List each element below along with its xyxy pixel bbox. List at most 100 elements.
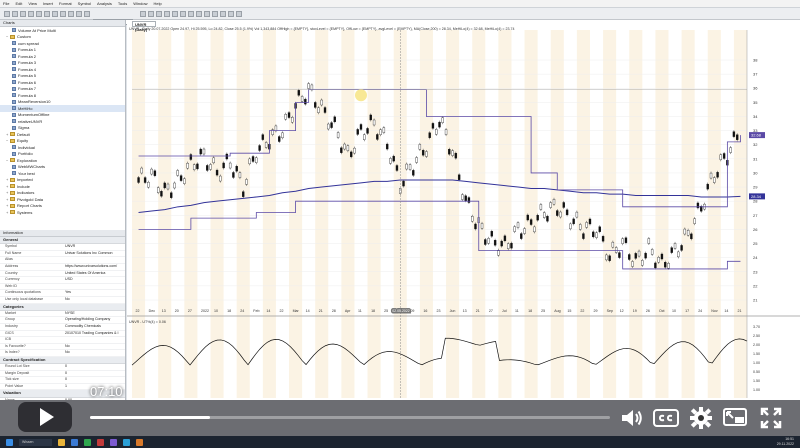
toolbar-button-icon[interactable]	[68, 11, 74, 17]
info-value[interactable]: https://www.univarsolutions.com/	[65, 264, 125, 270]
info-value[interactable]	[65, 337, 125, 343]
date-axis-label: 14	[724, 309, 728, 313]
info-row: ICB	[0, 337, 125, 344]
toolbar-button-icon[interactable]	[36, 11, 42, 17]
settings-gear-icon[interactable]	[687, 404, 715, 432]
information-panel: Information General Symbol UNVR Full Name Un…	[0, 230, 126, 400]
menu-bar: File Edit View Insert Format Symbol Analysis To…	[0, 0, 800, 8]
amibroker-icon[interactable]	[110, 438, 117, 446]
toolbar-button-icon[interactable]	[212, 11, 218, 17]
info-value[interactable]: 0	[65, 364, 125, 370]
candle-body	[333, 116, 336, 123]
candle-body	[556, 210, 559, 216]
price-chart[interactable]: 38373635343332313029282726252423222122 De…	[127, 20, 800, 400]
info-key: Point Value	[5, 383, 24, 388]
chart-window[interactable]: 38 37 36 35 34 33 32 31 30 29 28 27 26 25 24 23 22 21 22 De…	[127, 20, 800, 400]
menu-edit[interactable]: Edit	[15, 1, 22, 6]
mouse-cursor-highlight	[354, 89, 367, 102]
candle-body	[173, 182, 176, 189]
toolbar-button-icon[interactable]	[44, 11, 50, 17]
menu-file[interactable]: File	[3, 1, 9, 6]
info-value[interactable]: Univar Solutions Inc Common	[65, 251, 125, 257]
info-section-header[interactable]: Categories	[0, 303, 125, 311]
taskbar-search[interactable]: Wissen	[19, 438, 52, 446]
menu-window[interactable]: Window	[133, 1, 147, 6]
info-value[interactable]: United States Of America	[65, 271, 125, 277]
toolbar-button-icon[interactable]	[196, 11, 202, 17]
media-icon[interactable]	[136, 438, 143, 446]
picture-in-picture-icon[interactable]	[722, 404, 750, 432]
info-value[interactable]: 0	[65, 377, 125, 383]
toolbar-button-icon[interactable]	[204, 11, 210, 17]
menu-analysis[interactable]: Analysis	[97, 1, 112, 6]
info-value[interactable]: Yes	[65, 290, 125, 296]
menu-view[interactable]: View	[28, 1, 37, 6]
play-button[interactable]	[18, 402, 72, 432]
toolbar-button-icon[interactable]	[52, 11, 58, 17]
spreadsheet-icon[interactable]	[84, 438, 91, 446]
info-value[interactable]	[65, 257, 125, 263]
toolbar-button-icon[interactable]	[236, 11, 242, 17]
week-shade	[733, 30, 747, 398]
toolbar-button-icon[interactable]	[4, 11, 10, 17]
toolbar-button-icon[interactable]	[20, 11, 26, 17]
tree-folder[interactable]: + Systems	[0, 209, 125, 216]
volume-icon[interactable]	[618, 404, 646, 432]
toolbar-button-icon[interactable]	[172, 11, 178, 17]
info-section-header[interactable]: General	[0, 237, 125, 245]
toolbar-button-icon[interactable]	[180, 11, 186, 17]
info-value[interactable]: Commodity Chemicals	[65, 324, 125, 330]
toolbar-button-icon[interactable]	[76, 11, 82, 17]
info-value[interactable]: No	[65, 350, 125, 356]
toolbar-button-icon[interactable]	[84, 11, 90, 17]
candle-body	[667, 263, 670, 269]
info-value[interactable]: No	[65, 297, 125, 303]
browser-icon[interactable]	[71, 438, 78, 446]
info-section-header[interactable]: Contract Specification	[0, 356, 125, 365]
info-value[interactable]: 0	[65, 371, 125, 377]
menu-insert[interactable]: Insert	[43, 1, 53, 6]
info-value[interactable]: No	[65, 344, 125, 350]
app-icon[interactable]	[97, 438, 104, 446]
menu-format[interactable]: Format	[59, 1, 72, 6]
tree-item-label: Indicators	[17, 190, 35, 196]
date-axis-label: Feb	[253, 309, 259, 313]
candle-body	[274, 125, 278, 132]
toolbar-button-icon[interactable]	[188, 11, 194, 17]
info-value[interactable]: NYSE	[65, 311, 125, 317]
captions-icon[interactable]	[652, 404, 680, 432]
candle-body	[683, 228, 687, 235]
candle-body	[716, 172, 719, 178]
toolbar-button-icon[interactable]	[220, 11, 226, 17]
candle-body	[641, 260, 644, 266]
info-key: Address	[5, 263, 19, 268]
info-value[interactable]: UNVR	[65, 244, 125, 250]
fullscreen-icon[interactable]	[757, 404, 785, 432]
info-key: Alias	[5, 257, 13, 262]
formula-file-icon	[12, 54, 16, 59]
info-value[interactable]	[65, 284, 125, 290]
menu-tools[interactable]: Tools	[118, 1, 127, 6]
toolbar-button-icon[interactable]	[60, 11, 66, 17]
windows-start-icon[interactable]	[6, 438, 13, 446]
candle-body	[415, 157, 418, 163]
video-progress-bar[interactable]	[90, 416, 610, 419]
price-axis-label: 21	[753, 298, 758, 303]
price-axis-label: 37	[753, 72, 758, 77]
toolbar-button-icon[interactable]	[164, 11, 170, 17]
candle-body	[457, 174, 461, 180]
info-value[interactable]: Operating/Holding Company	[65, 317, 125, 323]
toolbar-button-icon[interactable]	[28, 11, 34, 17]
toolbar-button-icon[interactable]	[156, 11, 162, 17]
menu-symbol[interactable]: Symbol	[78, 1, 91, 6]
menu-help[interactable]: Help	[153, 1, 161, 6]
toolbar-button-icon[interactable]	[12, 11, 18, 17]
toolbar-button-icon[interactable]	[148, 11, 154, 17]
file-explorer-icon[interactable]	[58, 438, 65, 446]
toolbar-button-icon[interactable]	[228, 11, 234, 17]
info-value[interactable]: 20107010 Trading Companies & I	[65, 331, 125, 337]
info-value[interactable]: USD	[65, 277, 125, 283]
info-key: Round Lot Size	[5, 364, 30, 369]
mail-icon[interactable]	[123, 438, 130, 446]
toolbar-button-icon[interactable]	[140, 11, 146, 17]
